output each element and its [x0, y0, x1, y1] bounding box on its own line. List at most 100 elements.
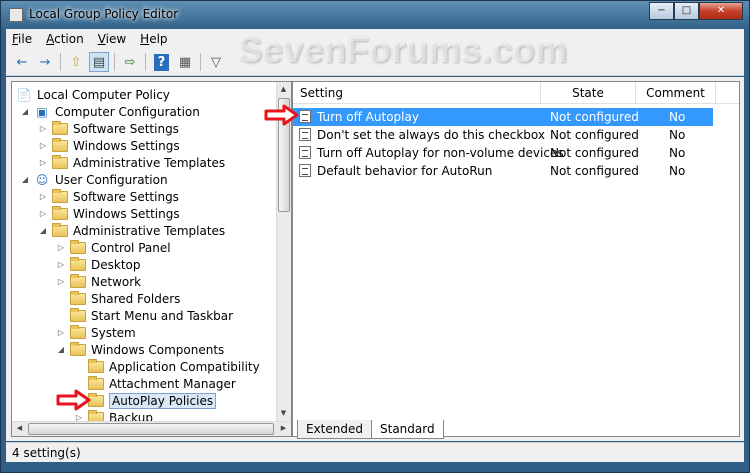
help-icon[interactable]: ? [154, 53, 169, 71]
tree-item-network[interactable]: ▷ Network [56, 273, 141, 290]
tree-item-computer-configuration[interactable]: ◢ ▣ Computer Configuration [20, 103, 200, 120]
folder-icon [52, 205, 68, 220]
expand-icon[interactable]: ▷ [56, 243, 66, 253]
tree-item-shared-folders[interactable]: Shared Folders [66, 290, 180, 307]
folder-icon [52, 120, 68, 135]
tree-item-software-settings[interactable]: ▷ Software Settings [38, 120, 179, 137]
show-hide-tree-icon[interactable]: ▤ [89, 52, 109, 72]
setting-comment: No [669, 110, 686, 124]
setting-state: Not configured [550, 164, 639, 178]
maximize-button[interactable]: □ [674, 2, 699, 20]
back-icon[interactable]: ← [12, 52, 32, 72]
folder-icon [52, 188, 68, 203]
filter-icon[interactable]: ▽ [206, 52, 226, 72]
policy-setting-icon [299, 164, 311, 177]
collapse-icon[interactable]: ◢ [20, 175, 30, 185]
folder-icon [70, 239, 86, 254]
list-row[interactable]: Don't set the always do this checkbox No… [293, 126, 713, 144]
list-row[interactable]: Turn off Autoplay Not configured No [293, 108, 713, 126]
tree-horizontal-scrollbar[interactable]: ◀ ▶ [12, 421, 291, 436]
menu-view[interactable]: View [98, 32, 126, 46]
scroll-left-icon[interactable]: ◀ [13, 422, 26, 435]
up-one-level-icon[interactable]: ⇧ [66, 52, 86, 72]
scroll-down-icon[interactable]: ▼ [277, 407, 290, 420]
status-text: 4 setting(s) [12, 446, 81, 460]
setting-comment: No [669, 128, 686, 142]
folder-icon [52, 154, 68, 169]
toolbar-separator [114, 53, 115, 71]
expand-icon[interactable]: ▷ [56, 328, 66, 338]
settings-list: Setting State Comment Turn off Autoplay … [292, 81, 740, 437]
policy-setting-icon [299, 128, 311, 141]
expand-icon[interactable]: ▷ [38, 158, 48, 168]
setting-name: Turn off Autoplay for non-volume devices [317, 146, 564, 160]
setting-state: Not configured [550, 128, 639, 142]
setting-comment: No [669, 146, 686, 160]
toolbar-separator [145, 53, 146, 71]
annotation-arrow-icon [56, 389, 91, 411]
menu-help[interactable]: Help [140, 32, 167, 46]
menu-action[interactable]: Action [46, 32, 84, 46]
collapse-icon[interactable]: ◢ [38, 226, 48, 236]
close-button[interactable]: ✕ [699, 2, 743, 20]
properties-icon[interactable]: ▦ [175, 52, 195, 72]
folder-icon [70, 307, 86, 322]
list-row[interactable]: Turn off Autoplay for non-volume devices… [293, 144, 713, 162]
toolbar: ← → ⇧ ▤ ⇨ ? ▦ ▽ [6, 49, 744, 76]
expand-icon[interactable]: ▷ [56, 277, 66, 287]
minimize-button[interactable]: − [649, 2, 674, 20]
tab-standard[interactable]: Standard [371, 420, 444, 439]
tree-item-windows-settings[interactable]: ▷ Windows Settings [38, 137, 180, 154]
collapse-icon[interactable]: ◢ [56, 345, 66, 355]
forward-icon[interactable]: → [35, 52, 55, 72]
status-bar: 4 setting(s) [6, 442, 744, 462]
tree-item-user-configuration[interactable]: ◢ ☺ User Configuration [20, 171, 168, 188]
menu-file[interactable]: File [12, 32, 32, 46]
tree-item-autoplay-policies[interactable]: AutoPlay Policies [84, 392, 217, 409]
policy-setting-icon [299, 110, 311, 123]
column-header-setting[interactable]: Setting [293, 82, 541, 104]
expand-icon[interactable]: ▷ [56, 260, 66, 270]
tree-item-local-computer-policy[interactable]: 📄 Local Computer Policy [16, 86, 170, 103]
folder-icon [70, 324, 86, 339]
tree-item-software-settings[interactable]: ▷ Software Settings [38, 188, 179, 205]
folder-icon [70, 273, 86, 288]
scroll-up-icon[interactable]: ▲ [277, 83, 290, 96]
tree-vertical-scrollbar[interactable]: ▲ ▼ [276, 82, 291, 421]
setting-name: Default behavior for AutoRun [317, 164, 493, 178]
expand-icon[interactable]: ▷ [38, 209, 48, 219]
computer-icon: ▣ [36, 104, 48, 119]
scroll-right-icon[interactable]: ▶ [277, 422, 290, 435]
expand-icon[interactable]: ▷ [38, 192, 48, 202]
scrollbar-thumb[interactable] [28, 423, 274, 435]
tree-item-start-menu-and-taskbar[interactable]: Start Menu and Taskbar [66, 307, 233, 324]
tree-item-administrative-templates[interactable]: ◢ Administrative Templates [38, 222, 225, 239]
folder-open-icon [70, 341, 86, 356]
console-tree: 📄 Local Computer Policy ◢ ▣ Computer Con… [11, 81, 292, 437]
tree-item-administrative-templates[interactable]: ▷ Administrative Templates [38, 154, 225, 171]
setting-state: Not configured [550, 110, 639, 124]
title-bar[interactable]: Local Group Policy Editor − □ ✕ [1, 1, 749, 28]
tab-extended[interactable]: Extended [297, 420, 372, 439]
list-row[interactable]: Default behavior for AutoRun Not configu… [293, 162, 713, 180]
setting-name: Don't set the always do this checkbox [317, 128, 545, 142]
app-icon [9, 8, 23, 22]
tree-item-attachment-manager[interactable]: Attachment Manager [84, 375, 236, 392]
tree-item-application-compatibility[interactable]: Application Compatibility [84, 358, 260, 375]
setting-state: Not configured [550, 146, 639, 160]
tree-item-windows-settings[interactable]: ▷ Windows Settings [38, 205, 180, 222]
tree-item-control-panel[interactable]: ▷ Control Panel [56, 239, 171, 256]
column-header-state[interactable]: State [541, 82, 636, 104]
column-header-comment[interactable]: Comment [636, 82, 716, 104]
expand-icon[interactable]: ▷ [38, 124, 48, 134]
tree-item-windows-components[interactable]: ◢ Windows Components [56, 341, 224, 358]
expand-icon[interactable]: ▷ [38, 141, 48, 151]
tree-item-desktop[interactable]: ▷ Desktop [56, 256, 141, 273]
caption-buttons: − □ ✕ [649, 2, 743, 20]
content-area: 📄 Local Computer Policy ◢ ▣ Computer Con… [6, 77, 744, 441]
tree-item-system[interactable]: ▷ System [56, 324, 136, 341]
export-list-icon[interactable]: ⇨ [120, 52, 140, 72]
toolbar-separator [200, 53, 201, 71]
collapse-icon[interactable]: ◢ [20, 107, 30, 117]
view-tabs: Extended Standard [297, 420, 444, 440]
